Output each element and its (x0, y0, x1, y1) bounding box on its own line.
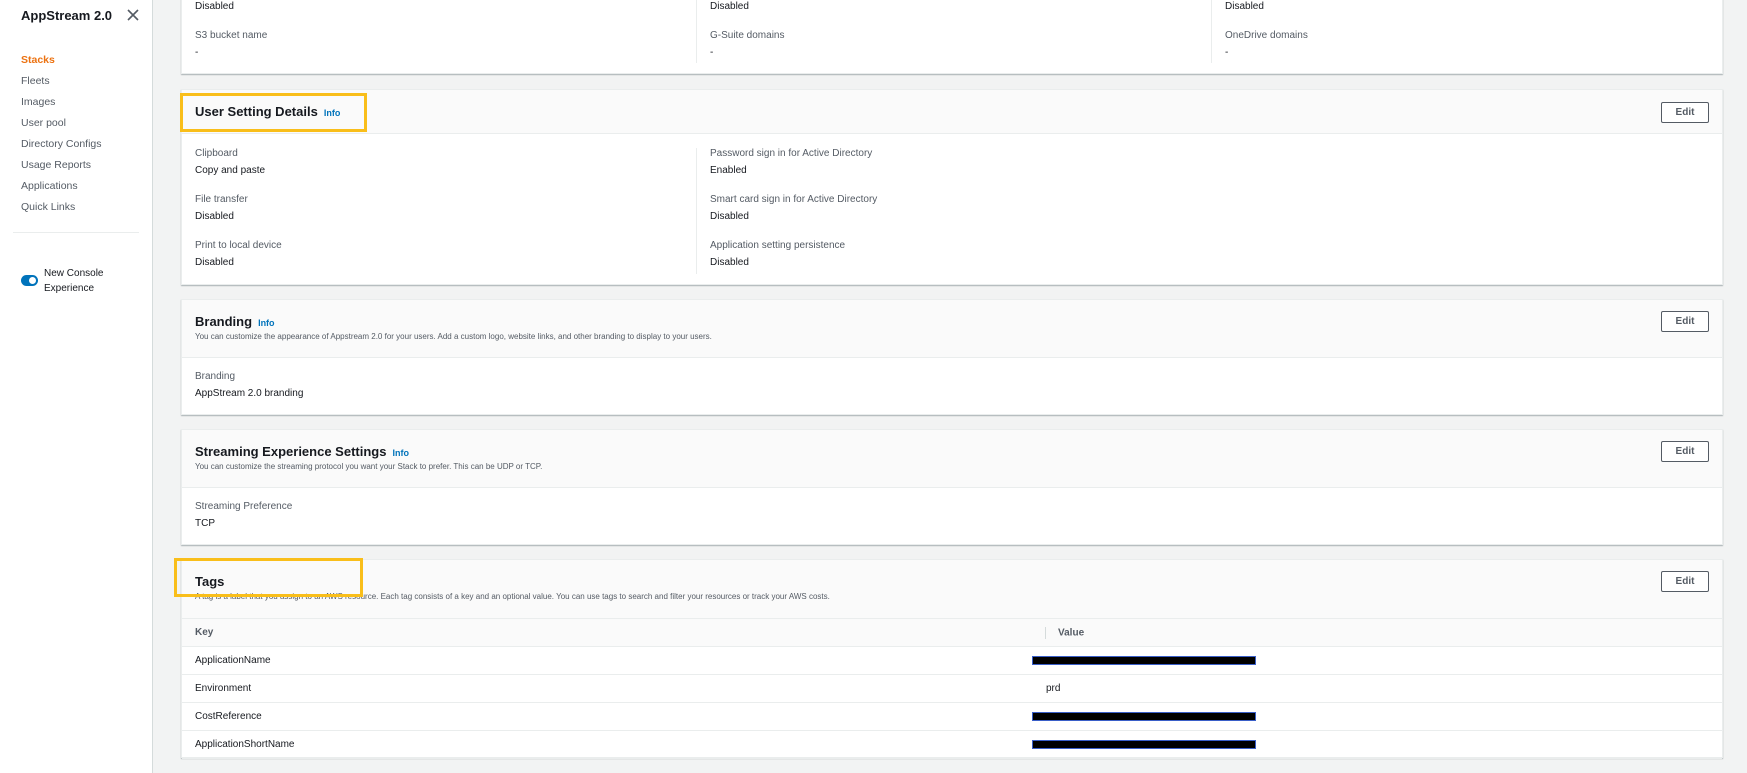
field-label: Password sign in for Active Directory (710, 148, 873, 159)
nav-item-stacks[interactable]: Stacks (21, 53, 102, 74)
redaction-bar (1032, 711, 1256, 721)
edit-button[interactable]: Edit (1661, 441, 1709, 462)
nav-item-directory-configs[interactable]: Directory Configs (21, 137, 102, 158)
field-value: AppStream 2.0 branding (195, 388, 304, 399)
table-row: ApplicationName (182, 646, 1722, 675)
tag-key: ApplicationName (182, 646, 1032, 675)
nav-item-usage-reports[interactable]: Usage Reports (21, 158, 102, 179)
edit-button[interactable]: Edit (1661, 311, 1709, 332)
field-value: Disabled (1225, 1, 1264, 12)
side-navigation: AppStream 2.0 Stacks Fleets Images User … (0, 0, 153, 773)
table-row: ApplicationShortName (182, 730, 1722, 759)
field-value: - (1225, 47, 1229, 58)
streaming-experience-card: Streaming Experience Settings Info You ca… (181, 429, 1723, 545)
table-header-row: Key Value (182, 618, 1722, 647)
new-console-toggle-label: New Console Experience (44, 268, 104, 294)
new-console-toggle[interactable] (21, 275, 38, 286)
edit-button[interactable]: Edit (1661, 571, 1709, 592)
nav-item-user-pool[interactable]: User pool (21, 116, 102, 137)
field-value: - (195, 47, 199, 58)
tag-key: CostReference (182, 702, 1032, 731)
field-value: Copy and paste (195, 165, 266, 176)
field-label: Smart card sign in for Active Directory (710, 194, 878, 205)
nav-list: Stacks Fleets Images User pool Directory… (21, 53, 102, 221)
tag-value (1032, 702, 1722, 731)
redaction-bar (1032, 739, 1256, 749)
nav-item-applications[interactable]: Applications (21, 179, 102, 200)
field-label: S3 bucket name (195, 30, 268, 41)
field-value: Enabled (710, 165, 747, 176)
stack-details-card: Disabled Disabled Disabled S3 bucket nam… (181, 0, 1723, 74)
card-header: User Setting Details Info Edit (182, 90, 1722, 134)
card-header: Branding Info You can customize the appea… (182, 300, 1722, 358)
tag-value: prd (1032, 674, 1722, 703)
field-value: TCP (195, 518, 215, 529)
column-divider (696, 148, 697, 274)
tag-value (1032, 730, 1722, 759)
column-header-value-label: Value (1058, 627, 1085, 639)
info-link[interactable]: Info (392, 448, 409, 458)
tag-value (1032, 646, 1722, 675)
field-label: Application setting persistence (710, 240, 846, 251)
branding-card: Branding Info You can customize the appea… (181, 299, 1723, 415)
info-link[interactable]: Info (258, 318, 275, 328)
tag-key: ApplicationShortName (182, 730, 1032, 759)
field-value: Disabled (195, 211, 234, 222)
field-label: G-Suite domains (710, 30, 785, 41)
tags-table: Key Value ApplicationName Environment pr… (182, 618, 1722, 759)
close-icon[interactable] (126, 8, 140, 22)
column-divider (1211, 0, 1212, 63)
redaction-bar (1032, 655, 1256, 665)
card-header: Tags A tag is a label that you assign to… (182, 560, 1722, 618)
field-label: File transfer (195, 194, 248, 205)
nav-item-images[interactable]: Images (21, 95, 102, 116)
user-setting-details-card: User Setting Details Info Edit Clipboard … (181, 89, 1723, 285)
column-header-value[interactable]: Value (1032, 618, 1722, 647)
column-divider (696, 0, 697, 63)
edit-button[interactable]: Edit (1661, 102, 1709, 123)
field-value: Disabled (195, 257, 234, 268)
nav-divider (13, 232, 139, 233)
field-label: Streaming Preference (195, 501, 293, 512)
table-row: Environment prd (182, 674, 1722, 703)
field-value: Disabled (710, 257, 749, 268)
field-label: OneDrive domains (1225, 30, 1308, 41)
highlight-user-setting-title (180, 93, 367, 132)
section-title: Branding (195, 314, 253, 329)
card-header: Streaming Experience Settings Info You ca… (182, 430, 1722, 488)
field-value: Disabled (195, 1, 234, 12)
table-row: CostReference (182, 702, 1722, 731)
column-divider (1045, 626, 1046, 639)
service-title[interactable]: AppStream 2.0 (21, 8, 112, 23)
column-header-key[interactable]: Key (182, 618, 1032, 647)
field-label: Clipboard (195, 148, 238, 159)
section-description: You can customize the streaming protocol… (195, 462, 543, 471)
tags-card: Tags A tag is a label that you assign to… (181, 559, 1723, 759)
section-description: You can customize the appearance of Apps… (195, 332, 712, 341)
field-value: - (710, 47, 714, 58)
nav-item-fleets[interactable]: Fleets (21, 74, 102, 95)
field-value: Disabled (710, 1, 749, 12)
field-label: Print to local device (195, 240, 282, 251)
highlight-tags-title (174, 558, 363, 597)
field-label: Branding (195, 371, 236, 382)
field-value: Disabled (710, 211, 749, 222)
nav-item-quick-links[interactable]: Quick Links (21, 200, 102, 221)
section-title: Streaming Experience Settings (195, 444, 387, 459)
tag-key: Environment (182, 674, 1032, 703)
